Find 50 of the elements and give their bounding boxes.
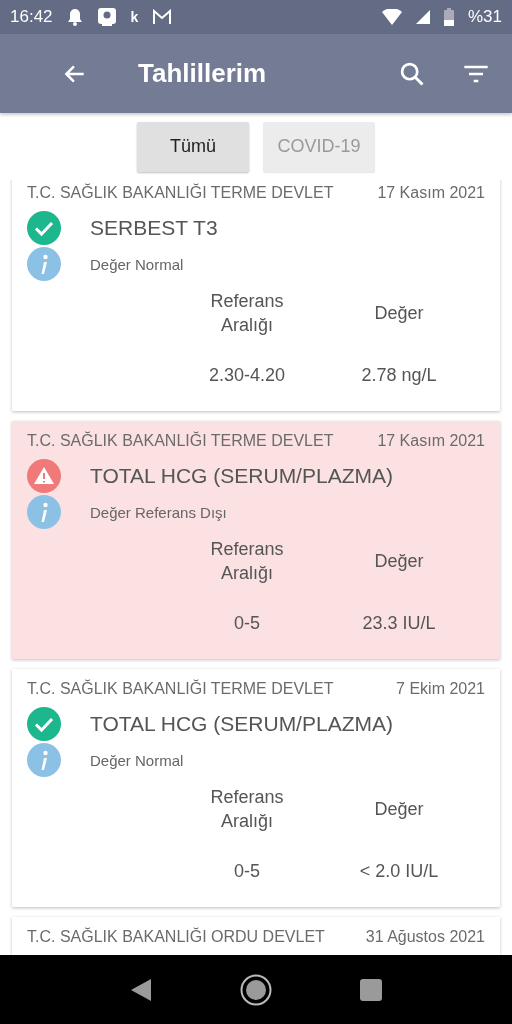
bell-icon (66, 8, 83, 26)
warning-icon (27, 459, 61, 493)
recents-nav-button[interactable] (360, 978, 382, 1001)
result-date: 17 Kasım 2021 (377, 431, 485, 451)
flower-app-icon (96, 7, 117, 27)
result-card[interactable]: T.C. SAĞLIK BAKANLIĞI TERME DEVLET 17 Kasım 2021 SERBEST T3 Değer Normal Referans Aralığı Değer 2.30-4.20 2.78 ng/L (12, 180, 500, 411)
notification-letter: k (130, 9, 139, 25)
test-name: SERBEST T3 (90, 216, 218, 240)
back-nav-button[interactable] (130, 977, 152, 1002)
result-card[interactable]: T.C. SAĞLIK BAKANLIĞI TERME DEVLET 17 Kasım 2021 TOTAL HCG (SERUM/PLAZMA) Değer Referans Dışı Referans Aralığı Değer 0-5 23.3 IU/L (12, 421, 500, 659)
check-icon (27, 707, 61, 741)
reference-range: 0-5 (234, 860, 260, 883)
filter-tab[interactable]: Tümü (137, 121, 249, 172)
test-name: TOTAL HCG (SERUM/PLAZMA) (90, 712, 393, 736)
result-note: Değer Normal (90, 751, 184, 769)
info-icon (27, 743, 61, 777)
institution-name: T.C. SAĞLIK BAKANLIĞI TERME DEVLET (27, 679, 334, 699)
result-date: 7 Ekim 2021 (396, 679, 485, 699)
result-date: 17 Kasım 2021 (377, 183, 485, 203)
page-title: Tahlillerim (138, 58, 268, 89)
result-value: < 2.0 IU/L (359, 860, 439, 883)
signal-icon (415, 10, 430, 24)
reference-range: 0-5 (234, 612, 260, 635)
result-note: Değer Referans Dışı (90, 503, 227, 521)
battery-level: %31 (467, 7, 502, 27)
reference-header: Referans Aralığı (209, 786, 285, 833)
reference-header: Referans Aralığı (209, 538, 285, 585)
info-icon (27, 495, 61, 529)
check-icon (27, 211, 61, 245)
result-value: 23.3 IU/L (362, 612, 436, 635)
clock: 16:42 (10, 7, 53, 27)
home-nav-button[interactable] (240, 973, 272, 1006)
institution-name: T.C. SAĞLIK BAKANLIĞI ORDU DEVLET (27, 927, 325, 947)
institution-name: T.C. SAĞLIK BAKANLIĞI TERME DEVLET (27, 431, 334, 451)
battery-icon (443, 8, 454, 26)
value-header: Değer (374, 550, 424, 573)
result-card[interactable]: T.C. SAĞLIK BAKANLIĞI TERME DEVLET 7 Ekim 2021 TOTAL HCG (SERUM/PLAZMA) Değer Normal Referans Aralığı Değer 0-5 < 2.0 IU/L (12, 669, 500, 907)
info-icon (27, 247, 61, 281)
result-card[interactable]: T.C. SAĞLIK BAKANLIĞI ORDU DEVLET 31 Ağustos 2021 (12, 917, 500, 955)
mail-icon (152, 9, 173, 25)
test-name: TOTAL HCG (SERUM/PLAZMA) (90, 464, 393, 488)
institution-name: T.C. SAĞLIK BAKANLIĞI TERME DEVLET (27, 183, 334, 203)
reference-header: Referans Aralığı (209, 290, 285, 337)
result-date: 31 Ağustos 2021 (365, 927, 485, 947)
reference-range: 2.30-4.20 (208, 364, 286, 387)
wifi-icon (381, 9, 402, 25)
result-note: Değer Normal (90, 255, 184, 273)
result-value: 2.78 ng/L (361, 364, 437, 387)
value-header: Değer (374, 302, 424, 325)
value-header: Değer (374, 798, 424, 821)
